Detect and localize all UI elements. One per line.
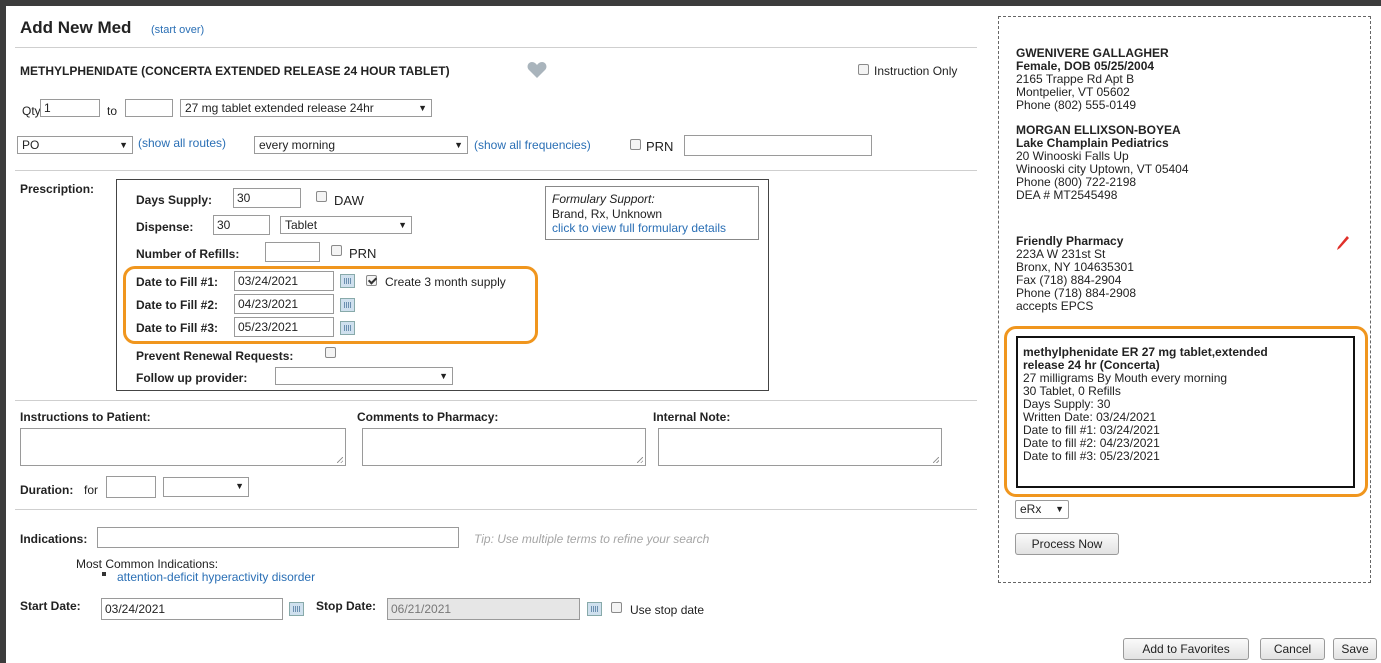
formulary-types: Brand, Rx, Unknown xyxy=(552,207,663,221)
route-select[interactable]: PO ▼ xyxy=(17,136,133,154)
send-method-value: eRx xyxy=(1020,502,1042,516)
divider xyxy=(15,170,977,171)
formulary-title: Formulary Support: xyxy=(552,192,655,206)
stop-date-input[interactable] xyxy=(387,598,580,620)
instruction-only-checkbox[interactable] xyxy=(858,64,869,75)
highlight-fill-dates xyxy=(123,266,538,344)
prevent-renewal-label: Prevent Renewal Requests: xyxy=(136,349,294,363)
prn-label: PRN xyxy=(646,139,674,154)
dose-form-select[interactable]: 27 mg tablet extended release 24hr ▼ xyxy=(180,99,432,117)
refills-prn-checkbox[interactable] xyxy=(331,245,342,256)
indications-tip: Tip: Use multiple terms to refine your s… xyxy=(474,532,710,546)
daw-checkbox[interactable] xyxy=(316,191,327,202)
dispense-unit-value: Tablet xyxy=(285,218,318,232)
calendar-icon[interactable] xyxy=(587,602,602,616)
add-to-favorites-button[interactable]: Add to Favorites xyxy=(1123,638,1249,660)
show-all-frequencies-link[interactable]: (show all frequencies) xyxy=(474,138,591,152)
instructions-textarea[interactable] xyxy=(20,428,346,466)
follow-up-label: Follow up provider: xyxy=(136,371,248,385)
days-supply-label: Days Supply: xyxy=(136,193,213,207)
divider xyxy=(15,400,977,401)
prescriber-dea: DEA # MT2545498 xyxy=(1016,188,1118,202)
duration-input[interactable] xyxy=(106,476,156,498)
common-indications-label: Most Common Indications: xyxy=(76,557,219,571)
refills-label: Number of Refills: xyxy=(136,247,240,261)
indications-input[interactable] xyxy=(97,527,459,548)
dispense-label: Dispense: xyxy=(136,220,194,234)
use-stop-date-checkbox[interactable] xyxy=(611,602,622,613)
route-value: PO xyxy=(22,138,40,152)
dispense-unit-select[interactable]: Tablet ▼ xyxy=(280,216,412,234)
prn-reason-input[interactable] xyxy=(684,135,872,156)
drug-name: METHYLPHENIDATE (CONCERTA EXTENDED RELEA… xyxy=(20,64,450,78)
frequency-select[interactable]: every morning ▼ xyxy=(254,136,468,154)
start-date-label: Start Date: xyxy=(20,599,81,613)
cancel-button[interactable]: Cancel xyxy=(1260,638,1325,660)
pharmacy-epcs: accepts EPCS xyxy=(1016,299,1094,313)
chevron-down-icon: ▼ xyxy=(454,140,463,150)
window-frame-top xyxy=(0,0,1381,6)
indications-label: Indications: xyxy=(20,532,88,546)
internal-note-textarea[interactable] xyxy=(658,428,942,466)
prn-checkbox[interactable] xyxy=(630,139,641,150)
chevron-down-icon: ▼ xyxy=(398,220,407,230)
send-method-select[interactable]: eRx ▼ xyxy=(1015,500,1069,519)
internal-note-label: Internal Note: xyxy=(653,410,731,424)
bullet xyxy=(102,572,106,576)
instructions-label: Instructions to Patient: xyxy=(20,410,151,424)
chevron-down-icon: ▼ xyxy=(439,371,448,381)
process-now-button[interactable]: Process Now xyxy=(1015,533,1119,555)
chevron-down-icon: ▼ xyxy=(418,103,427,113)
use-stop-date-label: Use stop date xyxy=(630,603,705,617)
save-button[interactable]: Save xyxy=(1333,638,1377,660)
favorite-heart-icon[interactable] xyxy=(527,61,547,79)
chevron-down-icon: ▼ xyxy=(1055,504,1064,514)
summary-fill3: Date to fill #3: 05/23/2021 xyxy=(1023,449,1160,463)
comments-textarea[interactable] xyxy=(362,428,646,466)
chevron-down-icon: ▼ xyxy=(119,140,128,150)
refills-input[interactable] xyxy=(265,242,320,262)
duration-unit-select[interactable]: ▼ xyxy=(163,477,249,497)
daw-label: DAW xyxy=(334,193,364,208)
stop-date-label: Stop Date: xyxy=(316,599,376,613)
dispense-input[interactable] xyxy=(213,215,270,235)
page-title: Add New Med xyxy=(20,18,132,37)
qty-to-label: to xyxy=(107,104,118,118)
show-all-routes-link[interactable]: (show all routes) xyxy=(138,136,226,150)
duration-for-label: for xyxy=(84,483,99,497)
patient-phone: Phone (802) 555-0149 xyxy=(1016,98,1137,112)
instruction-only-label: Instruction Only xyxy=(874,64,958,78)
calendar-icon[interactable] xyxy=(289,602,304,616)
qty-to-input[interactable] xyxy=(125,99,173,117)
divider xyxy=(15,509,977,510)
formulary-details-link[interactable]: click to view full formulary details xyxy=(552,221,726,235)
window-frame-left xyxy=(0,0,6,663)
comments-label: Comments to Pharmacy: xyxy=(357,410,499,424)
refills-prn-label: PRN xyxy=(349,246,377,261)
edit-pencil-icon[interactable] xyxy=(1336,235,1350,251)
follow-up-select[interactable]: ▼ xyxy=(275,367,453,385)
prevent-renewal-checkbox[interactable] xyxy=(325,347,336,358)
start-over-link[interactable]: (start over) xyxy=(151,24,204,36)
chevron-down-icon: ▼ xyxy=(235,481,244,491)
duration-label: Duration: xyxy=(20,483,74,497)
start-date-input[interactable] xyxy=(101,598,283,620)
divider xyxy=(15,47,977,48)
days-supply-input[interactable] xyxy=(233,188,301,208)
dose-form-value: 27 mg tablet extended release 24hr xyxy=(185,101,374,115)
prescription-label: Prescription: xyxy=(20,182,95,196)
frequency-value: every morning xyxy=(259,138,336,152)
qty-input[interactable] xyxy=(40,99,100,117)
common-indication-link[interactable]: attention-deficit hyperactivity disorder xyxy=(117,570,315,584)
